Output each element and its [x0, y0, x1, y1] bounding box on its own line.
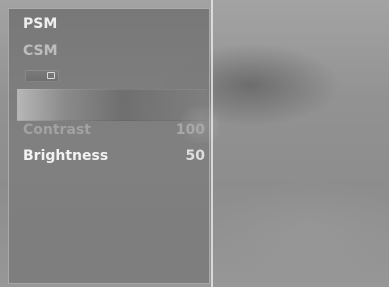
- menu-item-csm[interactable]: CSM: [23, 42, 58, 60]
- panel-divider: [211, 0, 213, 287]
- selected-menu-row[interactable]: [17, 89, 207, 121]
- settings-menu-panel: PSM CSM Contrast 100 Brightness 50: [8, 8, 219, 284]
- brightness-value: 50: [185, 148, 205, 164]
- contrast-label: Contrast: [23, 122, 91, 138]
- brightness-setting[interactable]: Brightness 50: [23, 147, 205, 165]
- brightness-label: Brightness: [23, 148, 109, 164]
- contrast-setting[interactable]: Contrast 100: [23, 121, 205, 139]
- obscured-menu-item[interactable]: [25, 70, 59, 82]
- square-icon: [47, 72, 55, 79]
- menu-item-psm[interactable]: PSM: [23, 15, 57, 33]
- screen: PSM CSM Contrast 100 Brightness 50: [0, 0, 389, 287]
- contrast-value: 100: [175, 122, 205, 138]
